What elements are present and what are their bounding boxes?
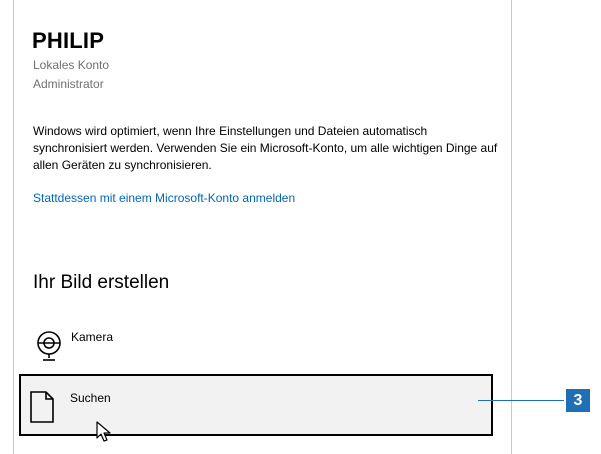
file-icon <box>30 391 54 423</box>
mouse-cursor-icon <box>96 421 111 442</box>
browse-label: Suchen <box>70 391 111 405</box>
camera-option[interactable]: Kamera <box>33 327 493 363</box>
sync-description: Windows wird optimiert, wenn Ihre Einste… <box>33 124 498 172</box>
camera-icon <box>37 331 61 361</box>
account-role: Administrator <box>33 77 104 91</box>
callout-badge: 3 <box>566 389 590 412</box>
microsoft-account-link[interactable]: Stattdessen mit einem Microsoft-Konto an… <box>33 191 295 205</box>
account-name: PHILIP <box>32 28 105 53</box>
browse-option[interactable]: Suchen <box>19 374 493 436</box>
account-type: Lokales Konto <box>33 58 110 72</box>
section-heading: Ihr Bild erstellen <box>33 272 170 293</box>
camera-label: Kamera <box>71 330 114 344</box>
callout-line <box>478 400 564 401</box>
